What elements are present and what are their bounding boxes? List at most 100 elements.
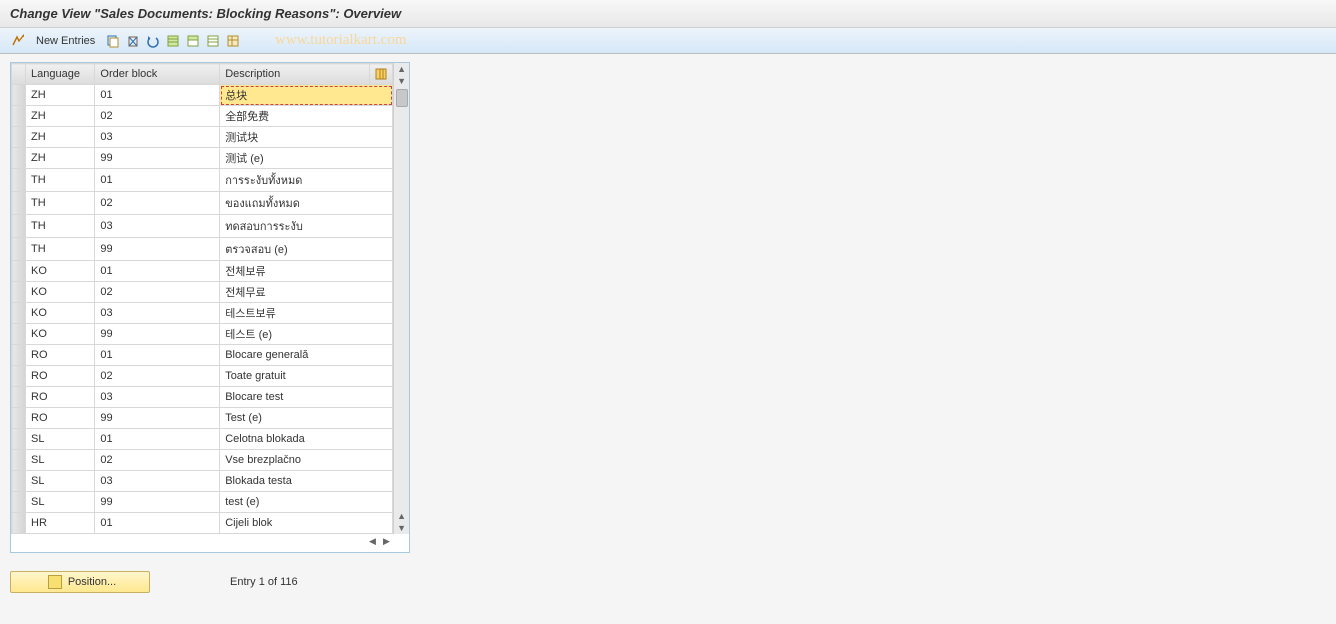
cell-order-block[interactable]: 01: [95, 345, 220, 366]
cell-description[interactable]: การระงับทั้งหมด: [220, 169, 393, 192]
cell-order-block[interactable]: 03: [95, 215, 220, 238]
cell-order-block[interactable]: 01: [95, 85, 220, 106]
vertical-scrollbar[interactable]: ▲ ▼ ▲ ▼: [393, 63, 409, 534]
cell-description[interactable]: ตรวจสอบ (e): [220, 238, 393, 261]
column-header-order-block[interactable]: Order block: [95, 64, 220, 85]
cell-order-block[interactable]: 01: [95, 169, 220, 192]
cell-language[interactable]: HR: [26, 513, 95, 534]
row-selector[interactable]: [12, 127, 26, 148]
cell-language[interactable]: ZH: [26, 127, 95, 148]
row-selector[interactable]: [12, 169, 26, 192]
cell-language[interactable]: ZH: [26, 106, 95, 127]
cell-description[interactable]: Celotna blokada: [220, 429, 393, 450]
cell-order-block[interactable]: 99: [95, 148, 220, 169]
cell-language[interactable]: KO: [26, 324, 95, 345]
row-selector[interactable]: [12, 450, 26, 471]
cell-description[interactable]: ทดสอบการระงับ: [220, 215, 393, 238]
select-block-icon[interactable]: [185, 33, 201, 49]
cell-description[interactable]: 전체보류: [220, 261, 393, 282]
cell-order-block[interactable]: 02: [95, 366, 220, 387]
row-selector[interactable]: [12, 192, 26, 215]
cell-language[interactable]: RO: [26, 366, 95, 387]
cell-description[interactable]: Test (e): [220, 408, 393, 429]
scroll-thumb[interactable]: [396, 89, 408, 107]
cell-description[interactable]: test (e): [220, 492, 393, 513]
cell-order-block[interactable]: 03: [95, 471, 220, 492]
delete-icon[interactable]: [125, 33, 141, 49]
row-selector[interactable]: [12, 513, 26, 534]
cell-order-block[interactable]: 03: [95, 303, 220, 324]
cell-language[interactable]: TH: [26, 169, 95, 192]
cell-order-block[interactable]: 99: [95, 238, 220, 261]
cell-description[interactable]: 테스트 (e): [220, 324, 393, 345]
cell-description[interactable]: 测试 (e): [220, 148, 393, 169]
row-selector[interactable]: [12, 366, 26, 387]
cell-order-block[interactable]: 03: [95, 127, 220, 148]
cell-language[interactable]: RO: [26, 408, 95, 429]
table-settings-icon[interactable]: [225, 33, 241, 49]
scroll-left-icon[interactable]: ◀: [369, 536, 379, 546]
row-selector[interactable]: [12, 324, 26, 345]
row-selector[interactable]: [12, 238, 26, 261]
cell-language[interactable]: TH: [26, 215, 95, 238]
cell-order-block[interactable]: 01: [95, 513, 220, 534]
cell-description[interactable]: Cijeli blok: [220, 513, 393, 534]
row-selector[interactable]: [12, 471, 26, 492]
configure-columns-icon[interactable]: [370, 64, 393, 85]
cell-language[interactable]: ZH: [26, 85, 95, 106]
cell-language[interactable]: SL: [26, 429, 95, 450]
row-selector[interactable]: [12, 215, 26, 238]
position-button[interactable]: Position...: [10, 571, 150, 593]
cell-order-block[interactable]: 99: [95, 492, 220, 513]
row-selector[interactable]: [12, 387, 26, 408]
row-selector[interactable]: [12, 148, 26, 169]
row-selector[interactable]: [12, 303, 26, 324]
scroll-up-bottom-icon[interactable]: ▲: [396, 510, 408, 522]
cell-order-block[interactable]: 01: [95, 261, 220, 282]
deselect-all-icon[interactable]: [205, 33, 221, 49]
cell-order-block[interactable]: 02: [95, 282, 220, 303]
cell-language[interactable]: KO: [26, 303, 95, 324]
row-selector[interactable]: [12, 106, 26, 127]
cell-language[interactable]: TH: [26, 192, 95, 215]
cell-language[interactable]: KO: [26, 282, 95, 303]
cell-language[interactable]: ZH: [26, 148, 95, 169]
row-selector[interactable]: [12, 429, 26, 450]
cell-description[interactable]: Vse brezplačno: [220, 450, 393, 471]
row-selector[interactable]: [12, 261, 26, 282]
scroll-up-icon[interactable]: ▲: [396, 63, 408, 75]
cell-language[interactable]: RO: [26, 345, 95, 366]
row-selector-header[interactable]: [12, 64, 26, 85]
cell-language[interactable]: SL: [26, 471, 95, 492]
cell-language[interactable]: TH: [26, 238, 95, 261]
cell-order-block[interactable]: 99: [95, 408, 220, 429]
cell-order-block[interactable]: 99: [95, 324, 220, 345]
cell-description[interactable]: Toate gratuit: [220, 366, 393, 387]
undo-icon[interactable]: [145, 33, 161, 49]
scroll-down-icon[interactable]: ▼: [396, 522, 408, 534]
row-selector[interactable]: [12, 282, 26, 303]
cell-description[interactable]: Blocare test: [220, 387, 393, 408]
copy-icon[interactable]: [105, 33, 121, 49]
scroll-down-step-icon[interactable]: ▼: [396, 75, 408, 87]
row-selector[interactable]: [12, 85, 26, 106]
cell-description[interactable]: ของแถมทั้งหมด: [220, 192, 393, 215]
cell-language[interactable]: SL: [26, 492, 95, 513]
scroll-right-icon[interactable]: ▶: [383, 536, 393, 546]
cell-order-block[interactable]: 03: [95, 387, 220, 408]
cell-description[interactable]: 테스트보류: [220, 303, 393, 324]
cell-description[interactable]: 总块: [220, 85, 393, 106]
cell-description[interactable]: 전체무료: [220, 282, 393, 303]
cell-language[interactable]: KO: [26, 261, 95, 282]
row-selector[interactable]: [12, 408, 26, 429]
cell-order-block[interactable]: 02: [95, 106, 220, 127]
new-entries-button[interactable]: New Entries: [30, 35, 101, 47]
row-selector[interactable]: [12, 345, 26, 366]
cell-order-block[interactable]: 02: [95, 192, 220, 215]
cell-language[interactable]: SL: [26, 450, 95, 471]
row-selector[interactable]: [12, 492, 26, 513]
cell-description[interactable]: 测试块: [220, 127, 393, 148]
cell-language[interactable]: RO: [26, 387, 95, 408]
column-header-description[interactable]: Description: [220, 64, 370, 85]
cell-order-block[interactable]: 01: [95, 429, 220, 450]
